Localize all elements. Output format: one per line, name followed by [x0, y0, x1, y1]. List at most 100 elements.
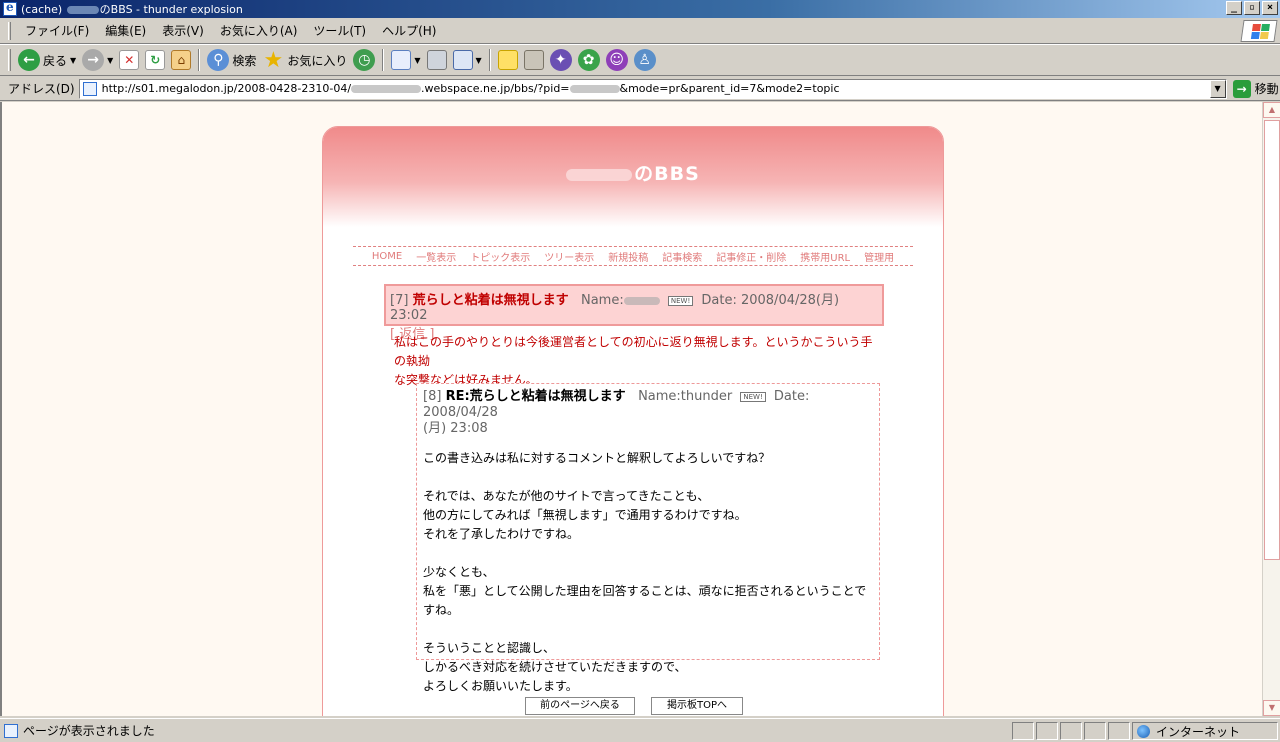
scroll-up-icon[interactable]: ▲ [1263, 102, 1280, 118]
favorites-button[interactable]: ★ お気に入り [259, 47, 350, 73]
minimize-button[interactable]: _ [1226, 1, 1242, 15]
forward-button[interactable]: → ▼ [79, 47, 116, 73]
search-button[interactable]: ⚲ 検索 [204, 47, 259, 73]
nav-admin[interactable]: 管理用 [864, 249, 894, 264]
board-top-button[interactable]: 掲示板TOPへ [651, 697, 743, 715]
nav-edit-delete[interactable]: 記事修正・削除 [716, 249, 786, 264]
security-zone: インターネット [1132, 722, 1278, 740]
window-controls: _ ▫ × [1226, 1, 1278, 15]
status-pane [1084, 722, 1106, 740]
board-title-text: のBBS [634, 163, 700, 185]
forward-dropdown-icon[interactable]: ▼ [107, 56, 113, 65]
menu-help[interactable]: ヘルプ(H) [374, 22, 444, 39]
toolbar-separator [382, 49, 385, 71]
menu-tools[interactable]: ツール(T) [305, 22, 374, 39]
menu-favorites[interactable]: お気に入り(A) [212, 22, 306, 39]
status-panes [1012, 722, 1130, 740]
address-input[interactable]: http://s01.megalodon.jp/2008-0428-2310-0… [78, 78, 1227, 99]
board-header: のBBS [323, 127, 943, 227]
close-button[interactable]: × [1262, 1, 1278, 15]
url-text: http://s01.megalodon.jp/2008-0428-2310-0… [102, 82, 840, 95]
edit-dropdown-icon[interactable]: ▼ [476, 56, 482, 65]
post-body: 私はこの手のやりとりは今後運営者としての初心に返り無視します。というかこういう手… [394, 333, 874, 390]
board-title: のBBS [323, 159, 943, 186]
mail-dropdown-icon[interactable]: ▼ [414, 56, 420, 65]
print-button[interactable] [424, 47, 450, 73]
home-button[interactable]: ⌂ [168, 47, 194, 73]
research-button[interactable] [521, 47, 547, 73]
status-bar: ページが表示されました インターネット [0, 718, 1280, 742]
nav-home[interactable]: HOME [372, 251, 402, 262]
back-dropdown-icon[interactable]: ▼ [70, 56, 76, 65]
scroll-down-icon[interactable]: ▼ [1263, 700, 1280, 716]
title-prefix: (cache) [21, 3, 63, 16]
favorites-label: お気に入り [287, 53, 348, 68]
redacted-author [623, 296, 660, 305]
post-body-line: 私はこの手のやりとりは今後運営者としての初心に返り無視します。というかこういう手… [394, 335, 873, 368]
vertical-scrollbar[interactable]: ▲ ▼ [1262, 102, 1280, 716]
address-bar: アドレス(D) http://s01.megalodon.jp/2008-042… [0, 77, 1280, 101]
menu-file[interactable]: ファイル(F) [17, 22, 97, 39]
mail-button[interactable]: ▼ [388, 47, 423, 73]
restore-button[interactable]: ▫ [1244, 1, 1260, 15]
redacted-segment [569, 85, 620, 93]
prev-page-button[interactable]: 前のページへ戻る [525, 697, 635, 715]
history-icon: ◷ [353, 49, 376, 71]
post-subject: 荒らしと粘着は無視します [412, 293, 569, 308]
people-icon: ♙ [633, 49, 656, 71]
scroll-thumb[interactable] [1264, 120, 1280, 560]
contacts-button[interactable]: ♙ [631, 47, 659, 73]
post-name-label: Name: [580, 293, 624, 308]
url-part2: .webspace.ne.jp/bbs/?pid= [421, 82, 570, 95]
edit-button[interactable]: ▼ [450, 47, 485, 73]
satellite-icon: ✦ [549, 49, 572, 71]
nav-new-post[interactable]: 新規投稿 [608, 249, 648, 264]
redacted-segment [351, 85, 422, 93]
new-badge: NEW! [667, 295, 694, 306]
toolbar-grip [8, 49, 11, 71]
refresh-button[interactable]: ↻ [142, 47, 168, 73]
print-icon [426, 50, 447, 70]
search-icon: ⚲ [207, 49, 230, 71]
icq-button[interactable]: ✿ [575, 47, 603, 73]
sticky-note-icon [497, 50, 518, 70]
go-label: 移動 [1254, 82, 1279, 96]
go-button[interactable]: → 移動 [1232, 79, 1279, 98]
address-dropdown-icon[interactable]: ▼ [1209, 79, 1226, 98]
globe-icon [1137, 724, 1150, 738]
stop-icon: ✕ [119, 50, 140, 70]
search-label: 検索 [232, 53, 257, 68]
menu-edit[interactable]: 編集(E) [97, 22, 154, 39]
stop-button[interactable]: ✕ [116, 47, 142, 73]
reply-header: [8] RE:荒らしと粘着は無視します Name:thunder NEW! Da… [423, 389, 873, 437]
smiley-icon: ☺ [605, 49, 628, 71]
title-suffix: のBBS - thunder explosion [99, 3, 243, 16]
redacted-board-name [566, 168, 633, 181]
yahoo-button[interactable]: ☺ [603, 47, 631, 73]
zone-label: インターネット [1156, 724, 1241, 739]
back-label: 戻る [43, 53, 68, 68]
nav-search[interactable]: 記事検索 [662, 249, 702, 264]
star-icon: ★ [263, 47, 284, 73]
page-done-icon [4, 723, 18, 738]
url-part3: &mode=pr&parent_id=7&mode2=topic [619, 82, 840, 95]
page-content: のBBS HOME 一覧表示 トピック表示 ツリー表示 新規投稿 記事検索 記事… [0, 102, 1262, 716]
url-part1: http://s01.megalodon.jp/2008-0428-2310-0… [101, 82, 352, 95]
history-button[interactable]: ◷ [350, 47, 378, 73]
back-button[interactable]: ← 戻る ▼ [15, 47, 79, 73]
nav-mobile-url[interactable]: 携帯用URL [800, 249, 850, 264]
reply-post: [8] RE:荒らしと粘着は無視します Name:thunder NEW! Da… [416, 383, 880, 693]
notes-button[interactable] [495, 47, 521, 73]
messenger-button[interactable]: ✦ [547, 47, 575, 73]
nav-list[interactable]: 一覧表示 [416, 249, 456, 264]
status-pane [1108, 722, 1130, 740]
title-bar: (cache) のBBS - thunder explosion _ ▫ × [0, 0, 1280, 18]
nav-topic[interactable]: トピック表示 [470, 249, 530, 264]
reply-number: [8] [423, 389, 442, 404]
nav-tree[interactable]: ツリー表示 [544, 249, 594, 264]
menu-view[interactable]: 表示(V) [154, 22, 212, 39]
reply-date-continued: (月) 23:08 [423, 421, 488, 436]
research-icon [523, 50, 544, 70]
refresh-icon: ↻ [145, 50, 166, 70]
new-badge: NEW! [740, 391, 766, 402]
